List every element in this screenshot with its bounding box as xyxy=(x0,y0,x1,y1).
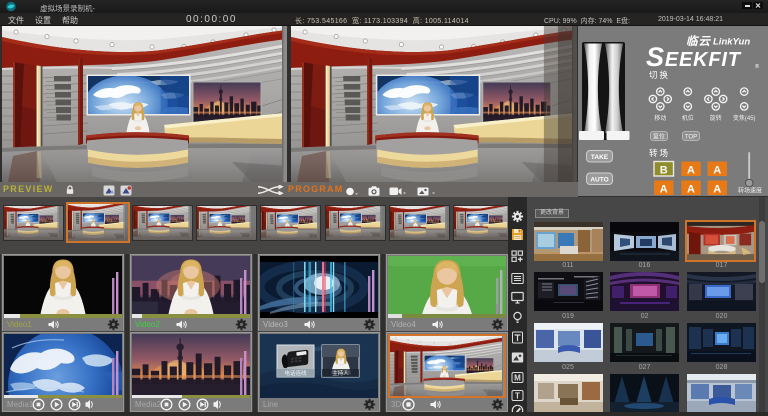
svg-text:LinkYun: LinkYun xyxy=(713,37,750,48)
svg-text:AUTO: AUTO xyxy=(590,176,608,183)
svg-text:转场速度: 转场速度 xyxy=(738,187,762,195)
svg-text:机位: 机位 xyxy=(682,114,694,122)
svg-text:转场: 转场 xyxy=(649,148,670,158)
svg-text:移动: 移动 xyxy=(654,114,666,122)
svg-text:复位: 复位 xyxy=(653,132,665,140)
svg-text:A: A xyxy=(687,164,695,176)
svg-text:A: A xyxy=(713,183,721,195)
svg-text:A: A xyxy=(660,183,668,195)
svg-text:旋转: 旋转 xyxy=(710,114,722,122)
svg-text:A: A xyxy=(687,183,695,195)
svg-text:A: A xyxy=(713,164,721,176)
svg-text:®: ® xyxy=(755,63,759,70)
svg-text:TOP: TOP xyxy=(685,134,697,140)
svg-text:TAKE: TAKE xyxy=(591,154,609,161)
svg-text:B: B xyxy=(660,164,668,176)
svg-text:切换: 切换 xyxy=(649,70,670,80)
svg-text:临云: 临云 xyxy=(686,35,711,48)
svg-text:变焦(45): 变焦(45) xyxy=(733,114,756,122)
